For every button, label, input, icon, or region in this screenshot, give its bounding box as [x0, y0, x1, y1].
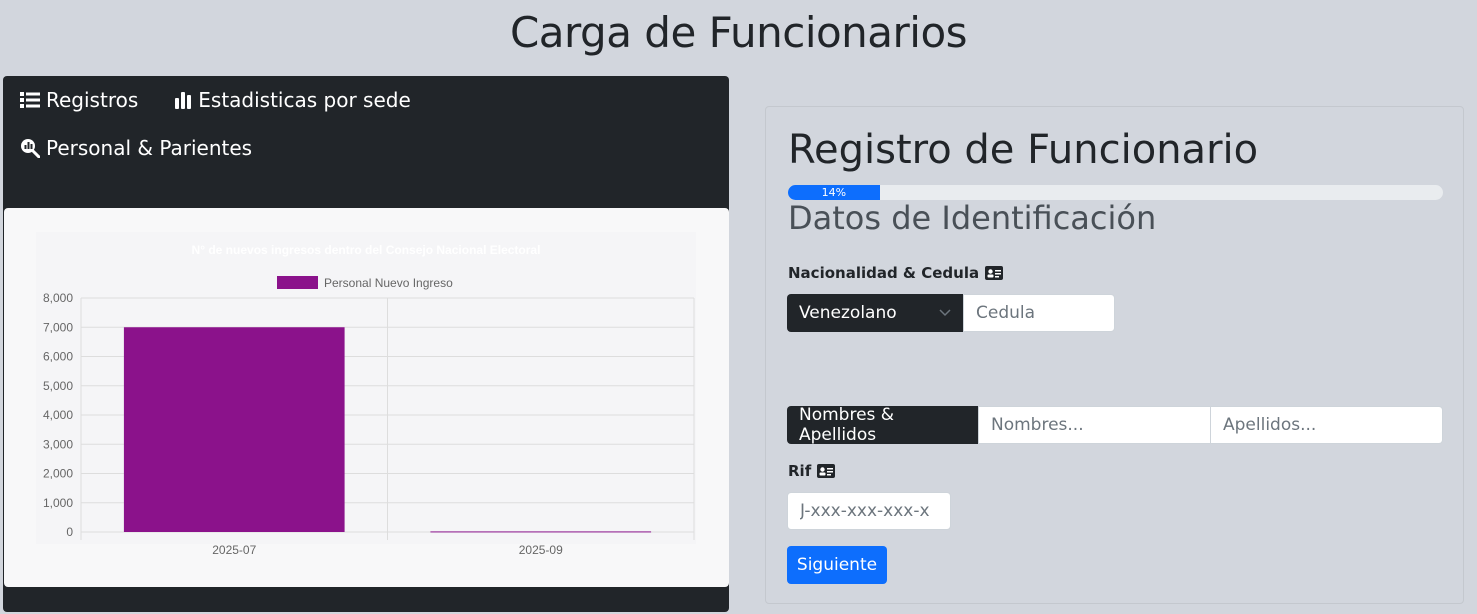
bar-chart: N° de nuevos ingresos dentro del Consejo…	[36, 232, 696, 557]
id-card-icon	[817, 464, 836, 478]
bar-chart-icon	[175, 92, 192, 109]
apellidos-input[interactable]	[1211, 406, 1443, 444]
chart-bar	[430, 531, 652, 533]
nav-row-2: Personal & Parientes	[20, 136, 252, 160]
y-tick-label: 7,000	[43, 320, 73, 334]
nacionalidad-label: Nacionalidad & Cedula	[788, 264, 1004, 282]
rif-input[interactable]	[787, 492, 951, 530]
progress-bar: 14%	[788, 185, 880, 200]
section-title: Datos de Identificación	[788, 199, 1157, 237]
y-tick-label: 6,000	[43, 350, 73, 364]
y-tick-label: 4,000	[43, 408, 73, 422]
rif-label: Rif	[788, 462, 836, 480]
nacionalidad-label-text: Nacionalidad & Cedula	[788, 264, 980, 282]
nav-item-registros[interactable]: Registros	[20, 88, 138, 112]
nombres-group: Nombres & Apellidos	[787, 405, 1443, 445]
nav-item-estadisticas[interactable]: Estadisticas por sede	[174, 88, 411, 112]
x-tick-label: 2025-07	[212, 543, 256, 557]
form-title: Registro de Funcionario	[788, 127, 1259, 173]
page-title: Carga de Funcionarios	[509, 8, 968, 57]
id-card-icon	[985, 266, 1004, 280]
list-icon	[20, 92, 40, 108]
form-panel: Registro de Funcionario 14% Datos de Ide…	[765, 106, 1464, 604]
chevron-down-icon	[939, 309, 951, 317]
progress-track: 14%	[788, 185, 1443, 200]
x-tick-label: 2025-09	[519, 543, 563, 557]
search-chart-icon	[21, 139, 40, 158]
next-button[interactable]: Siguiente	[787, 546, 887, 584]
y-tick-label: 2,000	[43, 467, 73, 481]
rif-label-text: Rif	[788, 462, 812, 480]
nacionalidad-select[interactable]: Venezolano	[787, 294, 963, 332]
y-tick-label: 3,000	[43, 437, 73, 451]
chart-title: N° de nuevos ingresos dentro del Consejo…	[192, 243, 541, 257]
chart-bar	[123, 327, 345, 532]
nombres-input[interactable]	[978, 406, 1211, 444]
y-tick-label: 1,000	[43, 496, 73, 510]
left-panel: Registros Estadisticas por sede Personal…	[3, 76, 729, 612]
y-tick-label: 8,000	[43, 291, 73, 305]
nombres-label: Nombres & Apellidos	[787, 405, 978, 445]
y-tick-label: 0	[66, 525, 73, 539]
legend-label: Personal Nuevo Ingreso	[324, 276, 453, 290]
nav-label-registros: Registros	[46, 88, 139, 112]
cedula-input[interactable]	[963, 294, 1115, 332]
nav-label-personal: Personal & Parientes	[46, 136, 253, 160]
y-tick-label: 5,000	[43, 379, 73, 393]
nav-row-1: Registros Estadisticas por sede	[20, 88, 411, 112]
chart-card: N° de nuevos ingresos dentro del Consejo…	[4, 208, 729, 587]
legend-swatch[interactable]	[277, 276, 318, 289]
nav-label-estadisticas: Estadisticas por sede	[198, 88, 411, 112]
rif-group	[787, 492, 951, 530]
nav-item-personal[interactable]: Personal & Parientes	[20, 136, 252, 160]
nacionalidad-group: Venezolano	[787, 294, 1115, 332]
nacionalidad-value: Venezolano	[799, 303, 897, 323]
